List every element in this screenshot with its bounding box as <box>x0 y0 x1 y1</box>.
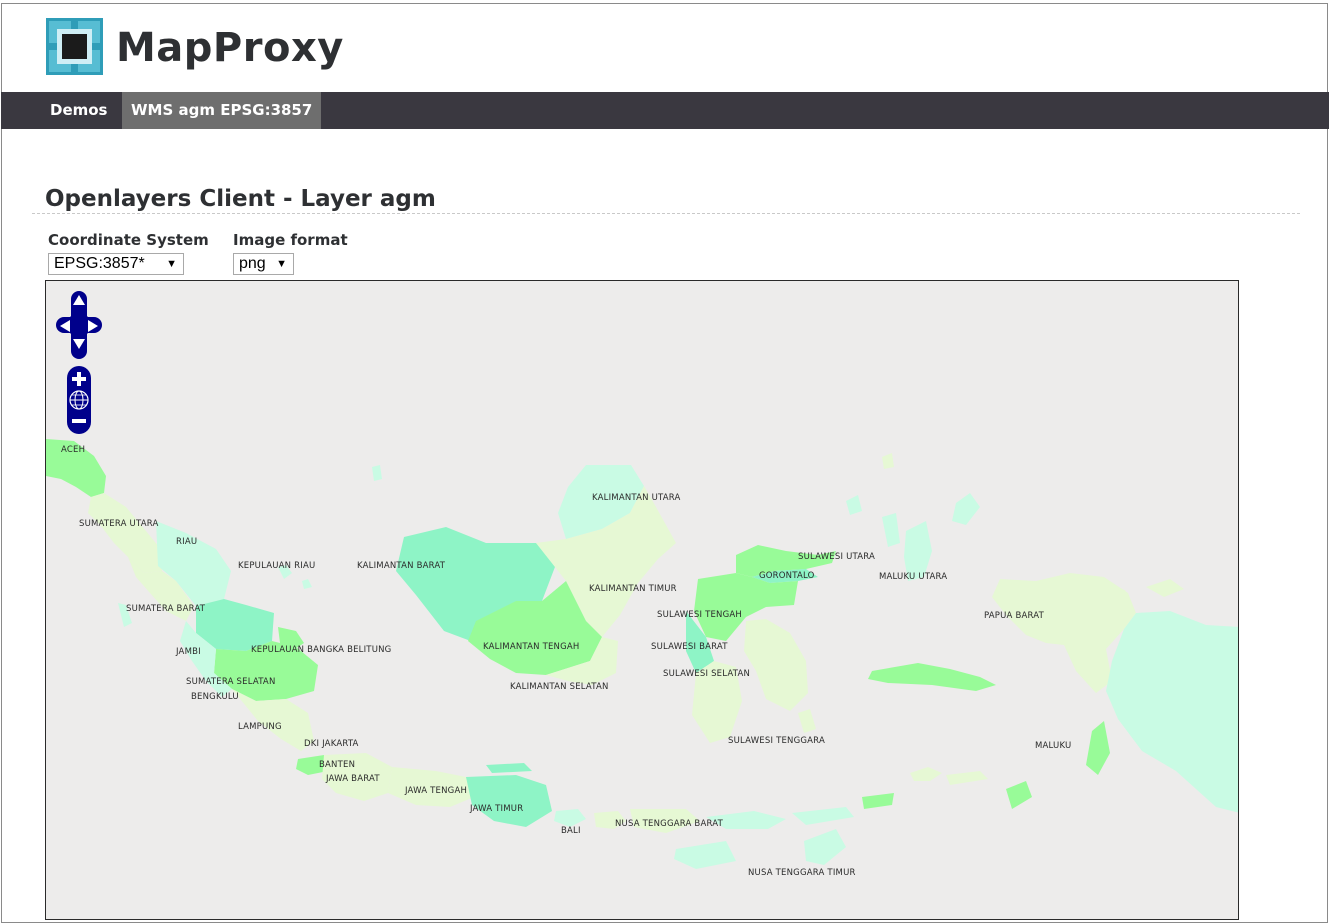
map-label-lampung: LAMPUNG <box>238 722 282 732</box>
map-label-jawa-timur: JAWA TIMUR <box>470 804 524 814</box>
dropdown-arrow-icon: ▼ <box>166 258 177 270</box>
zoom-out-icon[interactable] <box>69 413 89 429</box>
map-label-sulawesi-selatan: SULAWESI SELATAN <box>663 669 751 679</box>
region-maluku-utara <box>882 493 980 581</box>
map-label-aceh: ACEH <box>61 445 86 455</box>
image-format-label: Image format <box>233 231 348 249</box>
nav-wms-agm-link[interactable]: WMS agm EPSG:3857 <box>122 92 322 129</box>
region-small-island <box>372 465 382 481</box>
brand-title: MapProxy <box>116 25 344 71</box>
mapproxy-logo-icon <box>46 18 103 75</box>
map-label-kalimantan-tengah: KALIMANTAN TENGAH <box>483 642 580 652</box>
region-small-island <box>846 495 862 515</box>
region-jawa-timur <box>466 775 552 827</box>
map-label-dki-jakarta: DKI JAKARTA <box>304 739 359 749</box>
map-label-sulawesi-tengah: SULAWESI TENGAH <box>657 610 742 620</box>
navbar: Demos WMS agm EPSG:3857 <box>1 92 1329 129</box>
map-label-maluku: MALUKU <box>1035 741 1072 751</box>
region-papua <box>1106 611 1238 813</box>
page-title: Openlayers Client - Layer agm <box>45 186 436 212</box>
pan-right-icon[interactable] <box>86 318 100 334</box>
map-label-maluku-utara: MALUKU UTARA <box>879 572 948 582</box>
region-maluku-islands-2 <box>910 767 988 785</box>
map-label-bali: BALI <box>561 826 581 836</box>
region-sumatera-utara <box>88 493 164 573</box>
region-buton <box>798 709 816 733</box>
pan-up-icon[interactable] <box>71 293 87 307</box>
map-label-bengkulu: BENGKULU <box>191 692 239 702</box>
coordinate-system-value: EPSG:3857* <box>54 255 145 272</box>
map-label-gorontalo: GORONTALO <box>759 571 815 581</box>
pan-left-icon[interactable] <box>58 318 72 334</box>
map-label-banten: BANTEN <box>319 760 356 770</box>
dropdown-arrow-icon: ▼ <box>276 258 287 270</box>
map-label-jawa-barat: JAWA BARAT <box>326 774 380 784</box>
region-small-island <box>882 453 894 469</box>
region-maluku <box>862 663 1110 809</box>
map-label-sulawesi-utara: SULAWESI UTARA <box>798 552 876 562</box>
zoom-in-icon[interactable] <box>69 370 89 388</box>
image-format-value: png <box>239 255 266 272</box>
map-label-kalimantan-barat: KALIMANTAN BARAT <box>357 561 446 571</box>
map-label-jambi: JAMBI <box>176 647 201 657</box>
map-label-kalimantan-timur: KALIMANTAN TIMUR <box>589 584 677 594</box>
map-label-kepulauan-riau: KEPULAUAN RIAU <box>238 561 316 571</box>
pan-down-icon[interactable] <box>71 337 87 351</box>
map-label-nusa-tenggara-timur: NUSA TENGGARA TIMUR <box>748 868 856 878</box>
region-bali <box>554 809 586 827</box>
region-sulawesi-tenggara <box>744 619 808 711</box>
map-label-jawa-tengah: JAWA TENGAH <box>405 786 468 796</box>
zoom-world-icon[interactable] <box>68 389 90 411</box>
region-madura <box>486 763 532 773</box>
map-label-kepulauan-bangka-belitung: KEPULAUAN BANGKA BELITUNG <box>251 645 392 655</box>
region-ntt <box>674 807 854 869</box>
map-label-sulawesi-tenggara: SULAWESI TENGGARA <box>728 736 825 746</box>
map-label-kalimantan-selatan: KALIMANTAN SELATAN <box>510 682 609 692</box>
map-label-sumatera-selatan: SUMATERA SELATAN <box>186 677 276 687</box>
coordinate-system-label: Coordinate System <box>48 231 209 249</box>
map-label-kalimantan-utara: KALIMANTAN UTARA <box>592 493 681 503</box>
map-viewport[interactable]: ACEH SUMATERA UTARA RIAU KEPULAUAN RIAU … <box>45 280 1239 920</box>
map-label-papua-barat: PAPUA BARAT <box>984 611 1045 621</box>
map-label-riau: RIAU <box>176 537 198 547</box>
nav-demos-link[interactable]: Demos <box>41 92 117 129</box>
image-format-select[interactable]: png ▼ <box>233 253 294 275</box>
map-label-nusa-tenggara-barat: NUSA TENGGARA BARAT <box>615 819 723 829</box>
coordinate-system-select[interactable]: EPSG:3857* ▼ <box>48 253 184 275</box>
map-label-sulawesi-barat: SULAWESI BARAT <box>651 642 728 652</box>
map-label-sumatera-utara: SUMATERA UTARA <box>79 519 159 529</box>
map-label-sumatera-barat: SUMATERA BARAT <box>126 604 206 614</box>
title-divider <box>32 213 1300 214</box>
